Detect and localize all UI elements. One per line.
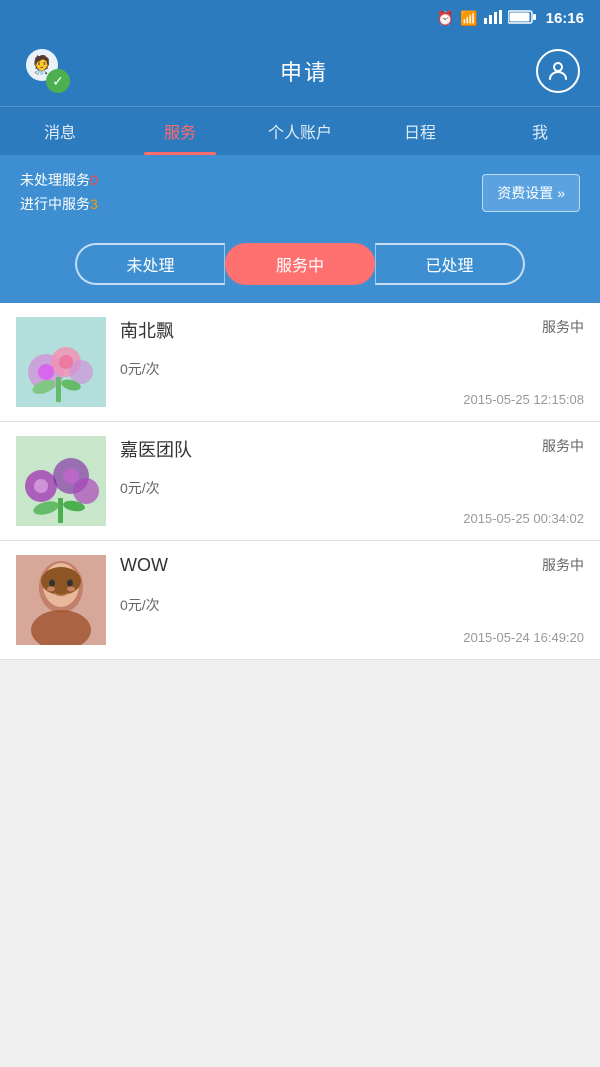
item-content: 嘉医团队 服务中 0元/次 2015-05-25 00:34:02	[120, 436, 584, 526]
status-icons: ⏰ 📶	[437, 10, 536, 27]
settings-arrow-icon: »	[557, 185, 565, 201]
unprocessed-count: 0	[90, 172, 98, 188]
list-item[interactable]: 嘉医团队 服务中 0元/次 2015-05-25 00:34:02	[0, 422, 600, 541]
tab-messages[interactable]: 消息	[0, 107, 120, 155]
item-name: WOW	[120, 555, 168, 576]
inprogress-count-line: 进行中服务3	[20, 193, 98, 217]
tab-me[interactable]: 我	[480, 107, 600, 155]
wifi-icon: 📶	[460, 10, 477, 27]
app-logo: 🧑‍⚕️ ✓	[20, 45, 72, 97]
list-item[interactable]: 南北飘 服务中 0元/次 2015-05-25 12:15:08	[0, 303, 600, 422]
service-summary: 未处理服务0 进行中服务3 资费设置 »	[0, 155, 600, 231]
inprogress-count: 3	[90, 196, 98, 212]
filter-done[interactable]: 已处理	[375, 243, 525, 285]
tab-schedule[interactable]: 日程	[360, 107, 480, 155]
item-image	[16, 555, 106, 645]
tab-service[interactable]: 服务	[120, 107, 240, 155]
nav-tabs: 消息 服务 个人账户 日程 我	[0, 106, 600, 155]
unprocessed-count-line: 未处理服务0	[20, 169, 98, 193]
item-content: 南北飘 服务中 0元/次 2015-05-25 12:15:08	[120, 317, 584, 407]
item-bottom-row: 2015-05-25 00:34:02	[120, 511, 584, 526]
settings-button[interactable]: 资费设置 »	[482, 174, 580, 212]
summary-text: 未处理服务0 进行中服务3	[20, 169, 98, 217]
svg-text:🧑‍⚕️: 🧑‍⚕️	[31, 54, 53, 75]
item-top-row: WOW 服务中	[120, 555, 584, 576]
unprocessed-label: 未处理服务	[20, 172, 90, 188]
filter-inservice[interactable]: 服务中	[225, 243, 375, 285]
status-bar: ⏰ 📶 16:16	[0, 0, 600, 36]
item-status: 服务中	[542, 436, 584, 456]
list-item[interactable]: WOW 服务中 0元/次 2015-05-24 16:49:20	[0, 541, 600, 660]
item-bottom-row: 2015-05-24 16:49:20	[120, 630, 584, 645]
item-image	[16, 317, 106, 407]
page-title: 申请	[280, 55, 328, 87]
tab-account[interactable]: 个人账户	[240, 107, 360, 155]
svg-text:✓: ✓	[52, 73, 64, 89]
item-name: 嘉医团队	[120, 436, 192, 462]
item-price: 0元/次	[120, 359, 584, 379]
item-price: 0元/次	[120, 478, 584, 498]
item-top-row: 嘉医团队 服务中	[120, 436, 584, 462]
battery-icon	[508, 10, 536, 27]
item-date: 2015-05-25 00:34:02	[463, 511, 584, 526]
profile-button[interactable]	[536, 49, 580, 93]
item-content: WOW 服务中 0元/次 2015-05-24 16:49:20	[120, 555, 584, 645]
signal-icon	[484, 10, 502, 27]
item-bottom-row: 2015-05-25 12:15:08	[120, 392, 584, 407]
item-image	[16, 436, 106, 526]
filter-tabs: 未处理 服务中 已处理	[0, 231, 600, 303]
header: 🧑‍⚕️ ✓ 申请	[0, 36, 600, 106]
item-date: 2015-05-25 12:15:08	[463, 392, 584, 407]
item-name: 南北飘	[120, 317, 174, 343]
status-time: 16:16	[546, 10, 584, 27]
clock-icon: ⏰	[437, 10, 454, 27]
item-date: 2015-05-24 16:49:20	[463, 630, 584, 645]
item-status: 服务中	[542, 317, 584, 337]
item-price: 0元/次	[120, 595, 584, 615]
item-top-row: 南北飘 服务中	[120, 317, 584, 343]
item-status: 服务中	[542, 555, 584, 575]
inprogress-label: 进行中服务	[20, 196, 90, 212]
filter-pending[interactable]: 未处理	[75, 243, 225, 285]
settings-label: 资费设置	[497, 183, 553, 203]
service-list: 南北飘 服务中 0元/次 2015-05-25 12:15:08	[0, 303, 600, 660]
